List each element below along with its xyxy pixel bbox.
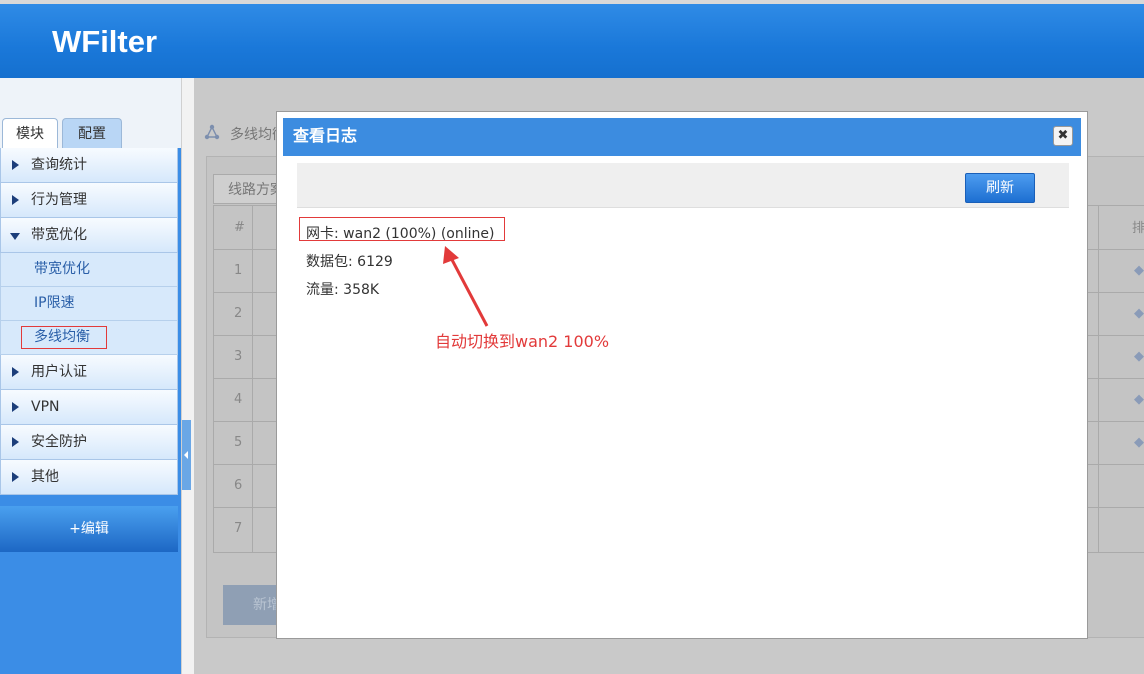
- column-header-sort: 排: [1132, 221, 1144, 236]
- log-packets-line: 数据包: 6129: [306, 254, 393, 270]
- diamond-icon: ◆: [1134, 349, 1144, 364]
- app-header: WFilter: [0, 0, 1144, 78]
- sidebar-subitem-multiline[interactable]: 多线均衡: [0, 321, 178, 355]
- row-number: 6: [234, 478, 243, 493]
- highlight-box: [21, 326, 107, 349]
- annotation-arrow-icon: [443, 246, 489, 327]
- sidebar-item-label: 其他: [31, 469, 59, 485]
- sidebar-item-bandwidth[interactable]: 带宽优化: [0, 218, 178, 253]
- sidebar-subitem-label: 带宽优化: [34, 261, 90, 277]
- refresh-button[interactable]: 刷新: [965, 173, 1035, 203]
- row-number: 5: [234, 435, 243, 450]
- chevron-right-icon: [12, 367, 19, 377]
- chevron-right-icon: [12, 195, 19, 205]
- network-icon: [204, 124, 220, 140]
- log-traffic-line: 流量: 358K: [306, 282, 380, 298]
- chevron-right-icon: [12, 437, 19, 447]
- row-number: 2: [234, 306, 243, 321]
- close-icon[interactable]: ✖: [1053, 126, 1073, 146]
- sidebar-subitem-ip-limit[interactable]: IP限速: [0, 287, 178, 321]
- chevron-right-icon: [12, 160, 19, 170]
- sidebar-item-behavior[interactable]: 行为管理: [0, 183, 178, 218]
- chevron-down-icon: [10, 233, 20, 240]
- tab-modules[interactable]: 模块: [2, 118, 58, 148]
- diamond-icon: ◆: [1134, 263, 1144, 278]
- edit-button[interactable]: +编辑: [0, 506, 178, 552]
- sidebar-item-user-auth[interactable]: 用户认证: [0, 355, 178, 390]
- brand-logo: WFilter: [52, 24, 158, 59]
- sidebar: 模块 配置 查询统计 行为管理 带宽优化 带宽优化 IP限速 多线均衡 用户认证: [0, 78, 181, 674]
- sidebar-item-vpn[interactable]: VPN: [0, 390, 178, 425]
- column-header-hash: #: [234, 220, 245, 235]
- view-log-dialog: 查看日志 ✖ 刷新 网卡: wan2 (100%) (online) 数据包: …: [276, 111, 1088, 639]
- sidebar-item-query-stats[interactable]: 查询统计: [0, 148, 178, 183]
- sidebar-item-label: 用户认证: [31, 364, 87, 380]
- annotation-text: 自动切换到wan2 100%: [435, 332, 610, 351]
- sidebar-item-label: 行为管理: [31, 192, 87, 208]
- dialog-title-bar: 查看日志 ✖: [283, 118, 1081, 156]
- sidebar-item-label: 带宽优化: [31, 227, 87, 243]
- row-number: 1: [234, 263, 243, 278]
- dialog-title: 查看日志: [293, 126, 358, 145]
- sidebar-top-area: [0, 78, 181, 118]
- sidebar-item-label: 安全防护: [31, 434, 87, 450]
- sidebar-item-label: VPN: [31, 399, 60, 415]
- collapse-handle[interactable]: [182, 420, 191, 490]
- diamond-icon: ◆: [1134, 306, 1144, 321]
- sidebar-subitem-label: IP限速: [34, 295, 75, 311]
- dialog-toolbar: 刷新: [297, 163, 1069, 208]
- sidebar-subitem-bandwidth[interactable]: 带宽优化: [0, 253, 178, 287]
- log-nic-line: 网卡: wan2 (100%) (online): [306, 226, 495, 242]
- sidebar-item-other[interactable]: 其他: [0, 460, 178, 495]
- chevron-right-icon: [12, 402, 19, 412]
- chevron-right-icon: [12, 472, 19, 482]
- sidebar-item-security[interactable]: 安全防护: [0, 425, 178, 460]
- sidebar-menu: 查询统计 行为管理 带宽优化 带宽优化 IP限速 多线均衡 用户认证 VPN 安…: [0, 148, 178, 495]
- row-number: 3: [234, 349, 243, 364]
- diamond-icon: ◆: [1134, 392, 1144, 407]
- sidebar-splitter: [181, 78, 194, 674]
- row-number: 4: [234, 392, 243, 407]
- sidebar-tabs: 模块 配置: [0, 118, 181, 148]
- row-number: 7: [234, 521, 243, 536]
- sidebar-item-label: 查询统计: [31, 157, 87, 173]
- diamond-icon: ◆: [1134, 435, 1144, 450]
- tab-config[interactable]: 配置: [62, 118, 122, 148]
